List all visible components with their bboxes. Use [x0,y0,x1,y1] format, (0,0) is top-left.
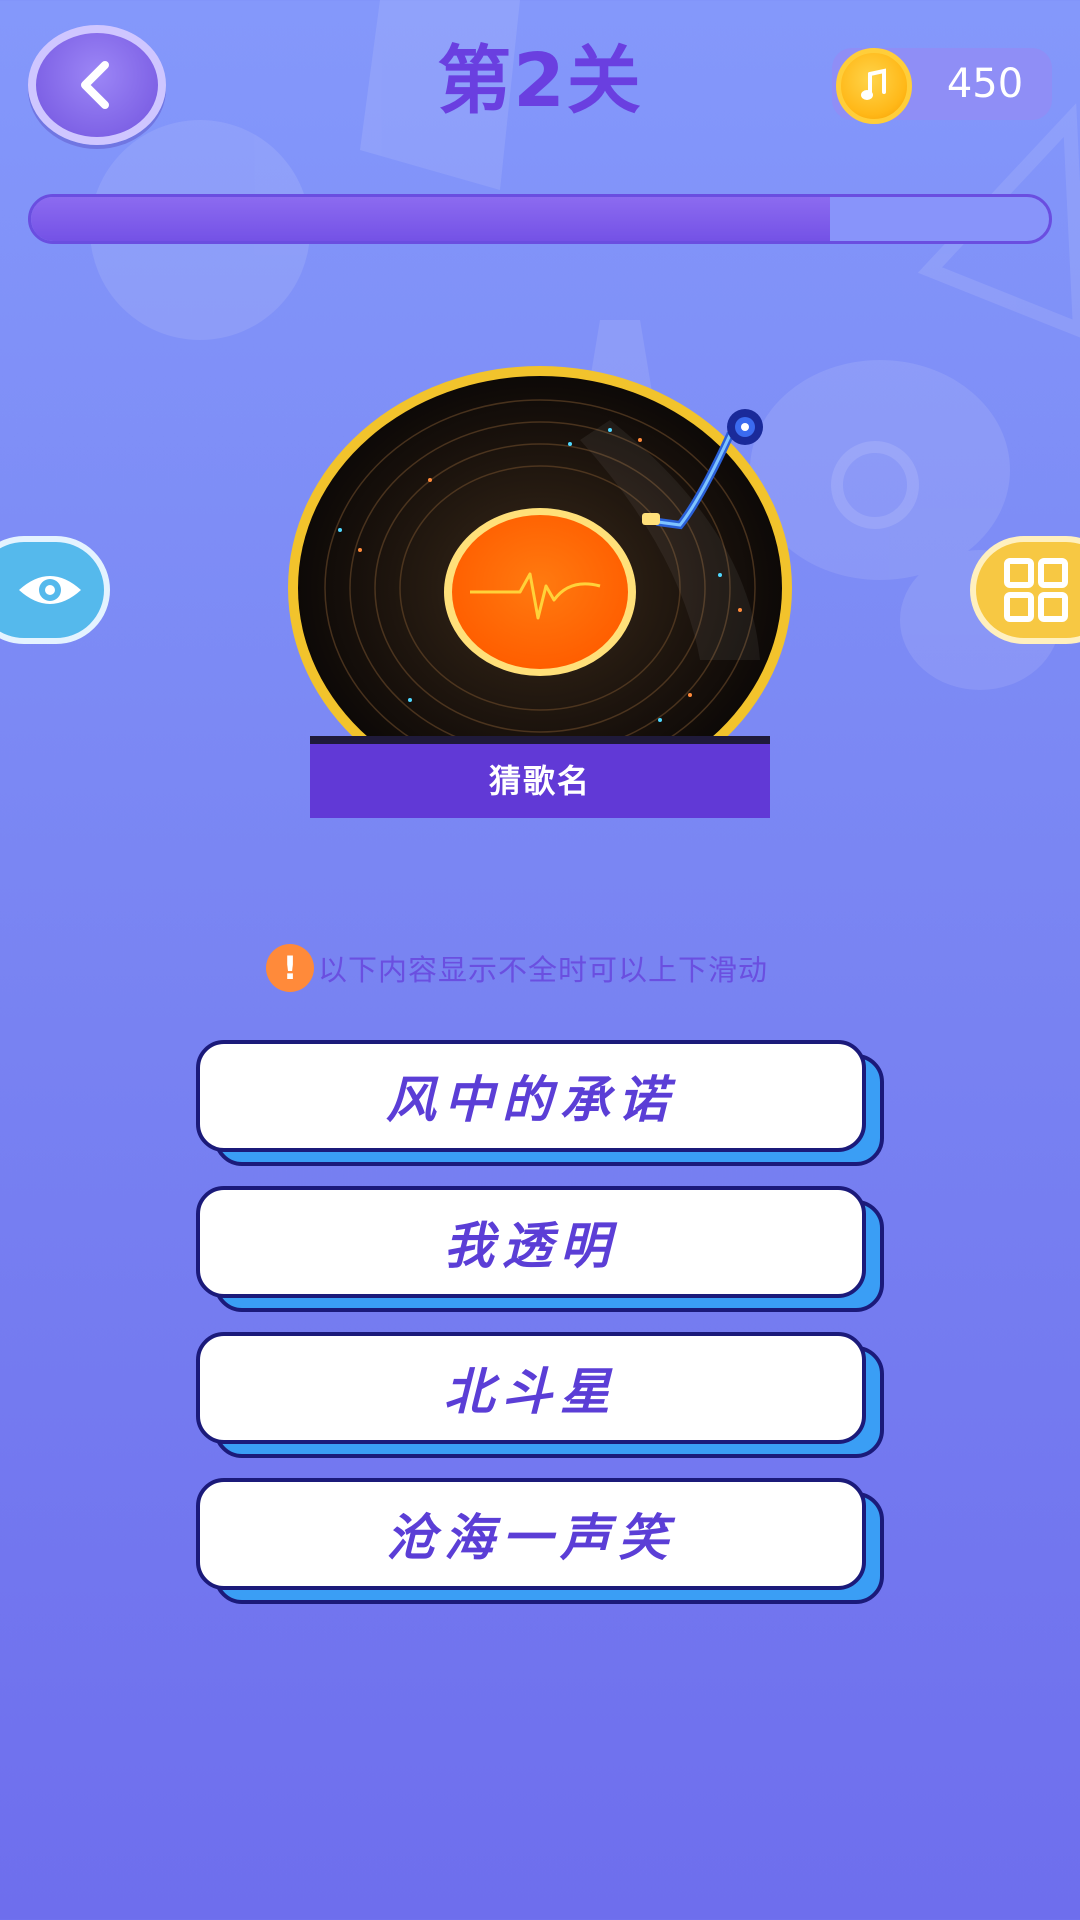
answer-option-1[interactable]: 风中的承诺 [196,1040,884,1166]
level-progress-fill [31,197,831,241]
menu-grid-button[interactable] [970,536,1080,644]
level-progress-bar [28,194,1052,244]
grid-icon [1004,558,1068,622]
coin-count: 450 [946,61,1024,107]
answer-option-label: 我透明 [196,1186,866,1298]
chevron-left-icon [81,61,109,109]
scroll-hint-text: 以下内容显示不全时可以上下滑动 [318,953,769,987]
warning-icon: ! [266,944,314,992]
answer-option-label: 风中的承诺 [196,1040,866,1152]
back-button[interactable] [28,25,166,145]
eye-icon [19,576,81,604]
reveal-hint-button[interactable] [0,536,110,644]
answer-option-label: 沧海一声笑 [196,1478,866,1590]
level-title: 第2关 [437,38,643,124]
answer-option-3[interactable]: 北斗星 [196,1332,884,1458]
answer-option-label: 北斗星 [196,1332,866,1444]
answer-option-4[interactable]: 沧海一声笑 [196,1478,884,1604]
answer-option-2[interactable]: 我透明 [196,1186,884,1312]
scroll-hint: ! 以下内容显示不全时可以上下滑动 [266,944,768,992]
music-note-coin-icon [836,48,912,124]
game-mode-label: 猜歌名 [310,744,770,818]
vinyl-record-icon [288,366,792,744]
